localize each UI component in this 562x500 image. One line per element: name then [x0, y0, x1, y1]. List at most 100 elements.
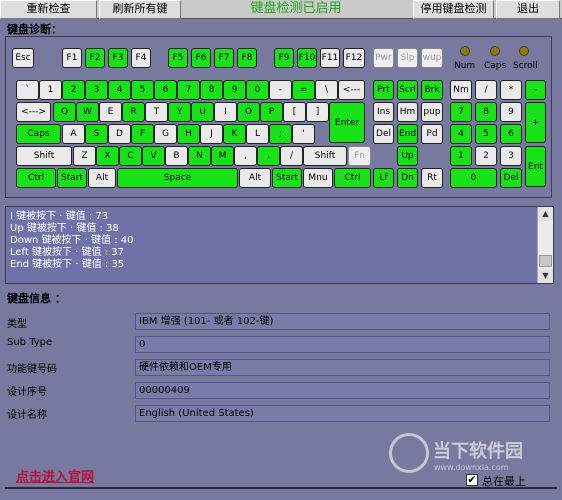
- key-esc: Esc: [12, 48, 34, 68]
- subtype-field: 0: [135, 336, 550, 353]
- key-shift: Shift: [16, 146, 72, 166]
- scroll-up-arrow-icon[interactable]: ▲: [538, 207, 553, 221]
- bottom-divider: [5, 487, 557, 489]
- scroll-lock-led-icon: [519, 46, 529, 56]
- key-end: End: [397, 124, 418, 144]
- key-h: H: [177, 124, 200, 144]
- key-6: 6: [154, 80, 177, 100]
- key-sym70: ': [292, 124, 315, 144]
- function-keys-field: 硬件依赖和OEM专用: [135, 359, 550, 376]
- key-sym16: `: [16, 80, 39, 100]
- num-lock-label: Num: [454, 61, 476, 71]
- type-field: IBM 增强 (101- 或者 102-键): [135, 313, 550, 330]
- key-shift: Shift: [303, 146, 347, 166]
- detection-status: 键盘检测已启用: [250, 1, 342, 16]
- exit-button[interactable]: 退出: [496, 0, 560, 19]
- key-z: Z: [73, 146, 96, 166]
- key-scrl: Scrl: [397, 80, 418, 100]
- key-sym49: [: [283, 102, 306, 122]
- key-e: E: [99, 102, 122, 122]
- key-1: 1: [39, 80, 62, 100]
- key-f5: F5: [168, 48, 188, 68]
- watermark-logo-icon: [389, 433, 429, 473]
- key-brk: Brk: [421, 80, 443, 100]
- log-line: Down 键被按下 · 键值 : 40: [10, 235, 134, 246]
- refresh-keys-button[interactable]: 刷新所有键: [99, 0, 181, 19]
- key-space: Space: [117, 168, 238, 188]
- key-x: X: [96, 146, 119, 166]
- key-sym37: -: [525, 80, 546, 100]
- key-ins: Ins: [373, 102, 394, 122]
- key-sym30: <---: [338, 80, 365, 100]
- key-y: Y: [168, 102, 191, 122]
- key-a: A: [62, 124, 85, 144]
- key-4: 4: [450, 124, 472, 144]
- key-sym28: =: [292, 80, 315, 100]
- key-pup: pup: [421, 102, 443, 122]
- key-q: Q: [53, 102, 76, 122]
- recheck-button[interactable]: 重新检查: [0, 0, 97, 19]
- log-scrollbar[interactable]: ▲ ▼: [537, 207, 553, 283]
- key-up: Up: [397, 146, 418, 166]
- key-sym69: ;: [269, 124, 292, 144]
- key-8: 8: [200, 80, 223, 100]
- official-site-link[interactable]: 点击进入官网: [16, 466, 94, 485]
- key-sym86: .: [257, 146, 280, 166]
- key-3: 3: [500, 146, 522, 166]
- key-ctrl: Ctrl: [16, 168, 56, 188]
- key-t: T: [145, 102, 168, 122]
- caps-lock-led-icon: [490, 46, 500, 56]
- key-lf: Lf: [373, 168, 394, 188]
- key-2: 2: [62, 80, 85, 100]
- key-f: F: [131, 124, 154, 144]
- key-f10: F10: [297, 48, 317, 68]
- key-sym58: +: [525, 102, 546, 143]
- type-label: 类型: [7, 319, 27, 330]
- key-ctrl: Ctrl: [334, 168, 371, 188]
- key-f6: F6: [191, 48, 211, 68]
- layout-name-label: 设计名称: [7, 410, 47, 421]
- key-sym36: *: [500, 80, 522, 100]
- key-m: M: [211, 146, 234, 166]
- always-on-top-checkbox[interactable]: ✔: [466, 474, 478, 486]
- key-wup: wup: [421, 48, 443, 68]
- key-alt: Alt: [239, 168, 271, 188]
- scroll-thumb[interactable]: [539, 255, 552, 267]
- key-mnu: Mnu: [303, 168, 333, 188]
- key-log[interactable]: I 键被按下 · 键值 : 73 Up 键被按下 · 键值 : 38 Down …: [5, 206, 554, 284]
- key-o: O: [237, 102, 260, 122]
- key-j: J: [200, 124, 223, 144]
- log-line: I 键被按下 · 键值 : 73: [10, 211, 109, 222]
- key-dn: Dn: [397, 168, 418, 188]
- key-sym38: <--->: [16, 102, 51, 122]
- key-p: P: [260, 102, 283, 122]
- key-8: 8: [475, 102, 497, 122]
- key-l: L: [246, 124, 269, 144]
- key-7: 7: [450, 102, 472, 122]
- key-del: Del: [373, 124, 394, 144]
- key-hm: Hm: [397, 102, 418, 122]
- stop-detection-button[interactable]: 停用键盘检测: [413, 0, 494, 19]
- key-5: 5: [475, 124, 497, 144]
- key-9: 9: [223, 80, 246, 100]
- key-alt: Alt: [88, 168, 116, 188]
- key-f3: F3: [108, 48, 128, 68]
- scroll-down-arrow-icon[interactable]: ▼: [538, 269, 553, 283]
- key-rt: Rt: [421, 168, 443, 188]
- toolbar: 重新检查 刷新所有键 键盘检测已启用 停用键盘检测 退出: [0, 0, 562, 19]
- caps-lock-label: Caps: [484, 61, 507, 71]
- key-4: 4: [108, 80, 131, 100]
- key-start: Start: [272, 168, 302, 188]
- watermark-text: 当下软件园: [433, 441, 523, 462]
- key-v: V: [142, 146, 165, 166]
- watermark-url: www.downxia.com: [434, 463, 509, 472]
- key-prt: Prt: [373, 80, 394, 100]
- key-f1: F1: [62, 48, 82, 68]
- key-f2: F2: [85, 48, 105, 68]
- key-pwr: Pwr: [373, 48, 394, 68]
- key-pd: Pd: [421, 124, 443, 144]
- key-9: 9: [500, 102, 522, 122]
- key-ent: Ent: [525, 146, 546, 187]
- key-7: 7: [177, 80, 200, 100]
- key-k: K: [223, 124, 246, 144]
